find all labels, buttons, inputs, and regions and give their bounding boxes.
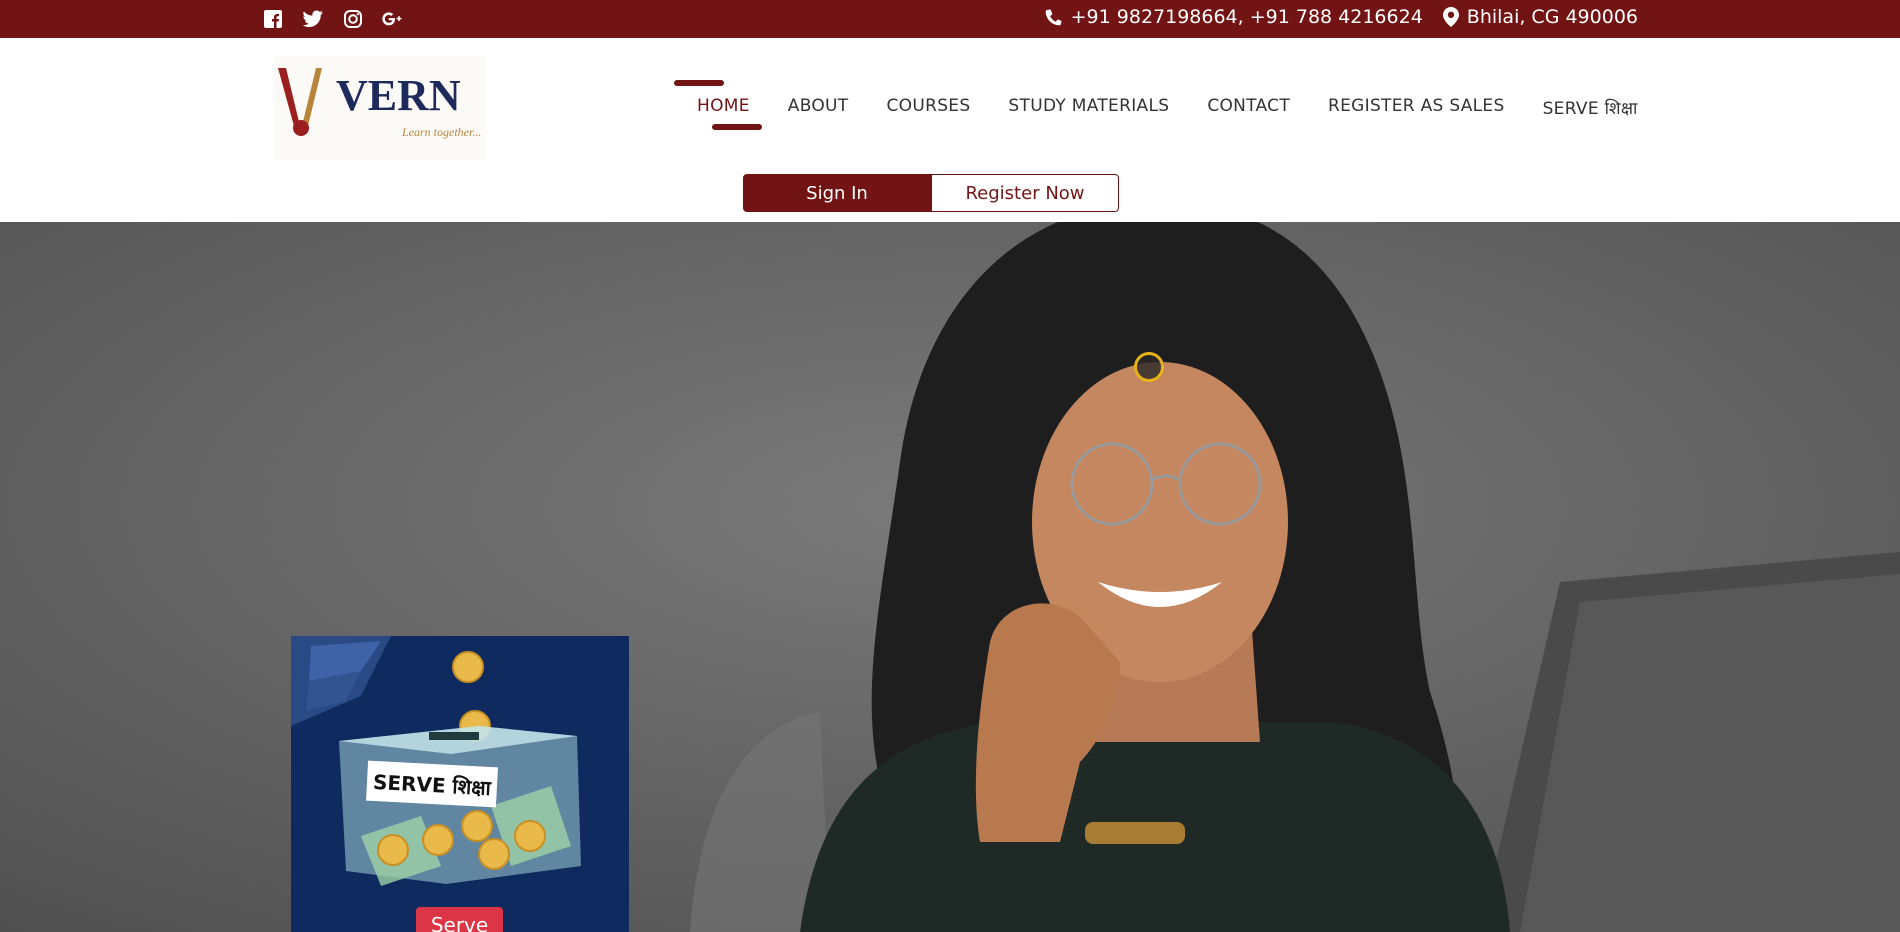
phone-icon xyxy=(1045,6,1063,28)
phone-numbers[interactable]: +91 9827198664, +91 788 4216624 xyxy=(1071,6,1423,28)
nav-courses[interactable]: COURSES xyxy=(867,58,989,142)
nav-study-materials-label: STUDY MATERIALS xyxy=(1008,96,1170,116)
cursor-indicator xyxy=(1134,352,1164,382)
serve-shiksha-box-label: SERVE शिक्षा xyxy=(366,760,498,808)
nav-contact[interactable]: CONTACT xyxy=(1188,58,1309,142)
nav-register-as-sales-label: REGISTER AS SALES xyxy=(1328,96,1505,116)
sign-in-button[interactable]: Sign In xyxy=(743,174,931,212)
logo-tagline: Learn together... xyxy=(401,125,481,139)
nav-register-as-sales[interactable]: REGISTER AS SALES xyxy=(1309,58,1524,142)
vern-logo[interactable]: VERN Learn together... xyxy=(274,56,486,160)
nav-courses-label: COURSES xyxy=(886,96,971,116)
map-marker-icon xyxy=(1442,6,1461,28)
register-now-button[interactable]: Register Now xyxy=(931,174,1119,212)
nav-contact-label: CONTACT xyxy=(1207,96,1291,116)
social-links xyxy=(262,8,404,30)
serve-shiksha-card[interactable]: SERVE शिक्षा Serve xyxy=(291,636,629,932)
nav-home-label: HOME xyxy=(697,96,750,116)
main-nav: HOME ABOUT COURSES STUDY MATERIALS CONTA… xyxy=(674,58,1657,142)
nav-study-materials[interactable]: STUDY MATERIALS xyxy=(989,58,1188,142)
google-plus-icon[interactable] xyxy=(382,8,404,30)
nav-serve-shiksha[interactable]: SERVE शिक्षा xyxy=(1524,58,1657,142)
nav-home[interactable]: HOME xyxy=(674,58,769,142)
nav-serve-shiksha-label: SERVE शिक्षा xyxy=(1542,99,1638,119)
hero-photo xyxy=(0,222,1900,932)
active-indicator-top xyxy=(674,80,724,86)
nav-about-label: ABOUT xyxy=(787,96,849,116)
nav-about[interactable]: ABOUT xyxy=(769,58,868,142)
facebook-icon[interactable] xyxy=(262,8,284,30)
active-indicator-bottom xyxy=(712,124,762,130)
address: Bhilai, CG 490006 xyxy=(1466,6,1638,28)
top-bar: +91 9827198664, +91 788 4216624 Bhilai, … xyxy=(0,0,1900,38)
serve-button[interactable]: Serve xyxy=(416,907,503,932)
auth-buttons: Sign In Register Now xyxy=(743,174,1119,212)
twitter-icon[interactable] xyxy=(302,8,324,30)
contact-info: +91 9827198664, +91 788 4216624 Bhilai, … xyxy=(1045,6,1638,28)
instagram-icon[interactable] xyxy=(342,8,364,30)
hero-banner xyxy=(0,222,1900,932)
logo-brand: VERN xyxy=(336,71,461,120)
